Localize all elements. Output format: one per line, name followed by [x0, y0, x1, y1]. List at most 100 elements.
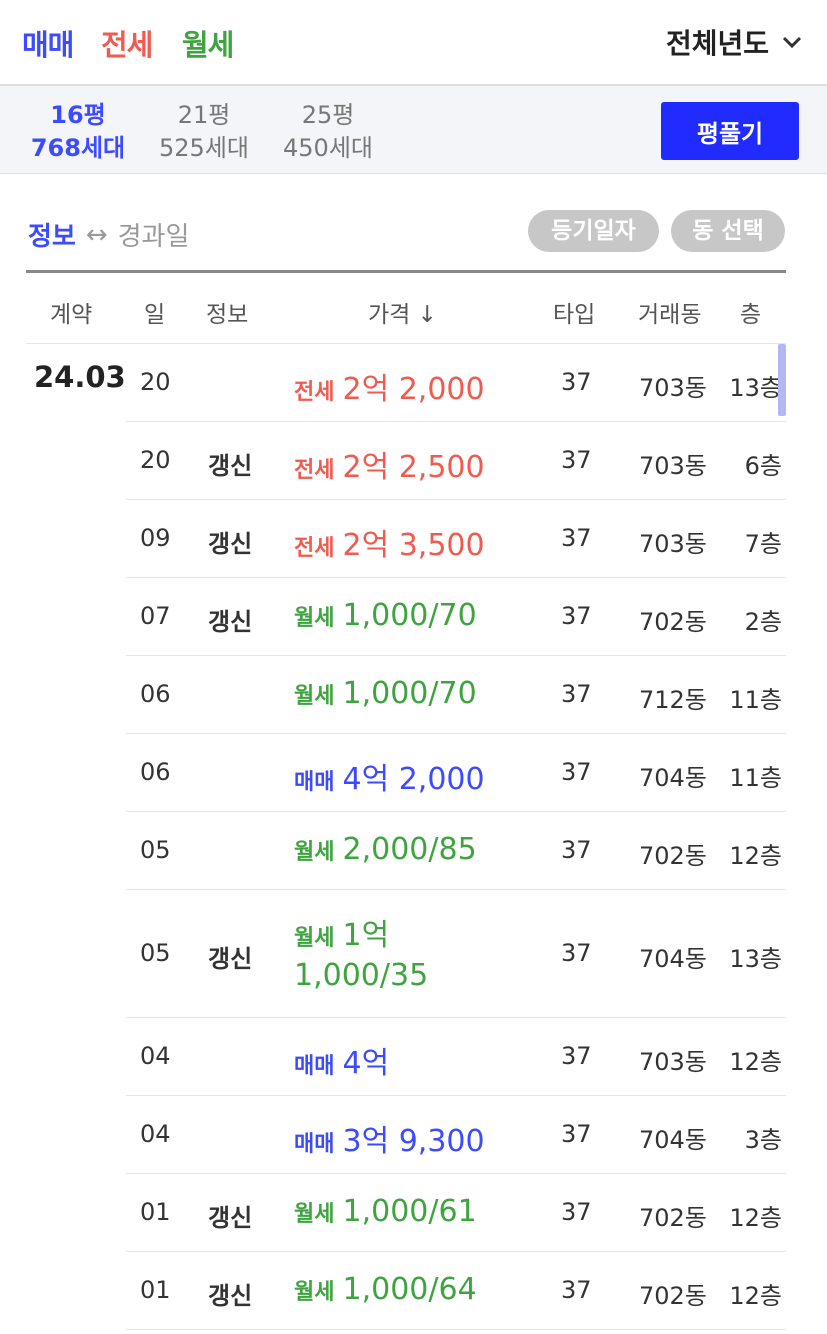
- header-contract: 계약: [50, 302, 93, 328]
- size-tab-25[interactable]: 25평 450세대: [280, 98, 376, 164]
- row-type: 37: [561, 1276, 592, 1304]
- header-price-sort[interactable]: 가격 ↓: [368, 295, 437, 329]
- row-deal-kind: 월세: [294, 840, 335, 865]
- table-row[interactable]: 04 매매 3억 9,300 37 704동 3층: [126, 1096, 786, 1174]
- row-price-value: 2억 2,000: [342, 372, 485, 407]
- row-deal-kind: 전세: [294, 380, 335, 405]
- row-price: 전세 2억 3,500: [294, 520, 485, 564]
- table-row[interactable]: 04 매매 4억 37 703동 12층: [126, 1018, 786, 1096]
- row-dong: 704동: [639, 945, 707, 973]
- info-row: 정보 ↔ 경과일 등기일자 동 선택: [28, 210, 788, 258]
- row-dong: 703동: [639, 530, 707, 558]
- row-price: 전세 2억 2,000: [294, 364, 485, 408]
- row-day: 01: [140, 1276, 171, 1304]
- row-price-value: 1,000/64: [342, 1272, 477, 1307]
- row-price: 월세 2,000/85: [294, 832, 477, 867]
- row-floor: 13층: [729, 945, 782, 973]
- row-price-value: 4억 2,000: [342, 762, 485, 797]
- dong-select-pill[interactable]: 동 선택: [671, 210, 785, 252]
- row-dong: 703동: [639, 452, 707, 480]
- table-row[interactable]: 05 갱신 월세 1억 1,000/35 37 704동 13층: [126, 890, 786, 1018]
- row-price: 매매 4억 2,000: [294, 754, 485, 798]
- row-dong: 704동: [639, 764, 707, 792]
- row-day: 05: [140, 939, 171, 967]
- row-info: 갱신: [208, 1204, 253, 1232]
- row-dong: 702동: [639, 1282, 707, 1310]
- row-price: 매매 3억 9,300: [294, 1116, 485, 1160]
- row-price: 월세 1,000/61: [294, 1194, 477, 1229]
- row-day: 20: [140, 368, 171, 396]
- header-info: 정보: [206, 302, 249, 328]
- year-dropdown-label: 전체년도: [665, 27, 769, 60]
- registry-date-pill[interactable]: 등기일자: [528, 210, 659, 252]
- table-row[interactable]: 06 매매 4억 2,000 37 704동 11층: [126, 734, 786, 812]
- row-info: 갱신: [208, 452, 253, 480]
- row-dong: 702동: [639, 842, 707, 870]
- row-deal-kind: 매매: [294, 770, 335, 795]
- row-dong: 712동: [639, 686, 707, 714]
- swap-arrow-icon: ↔: [85, 219, 108, 250]
- size-tab-households: 525세대: [159, 134, 249, 162]
- row-price-value: 2억 3,500: [342, 528, 485, 563]
- table-row[interactable]: 07 갱신 월세 1,000/70 37 702동 2층: [126, 578, 786, 656]
- row-type: 37: [561, 1198, 592, 1226]
- size-tab-households: 768세대: [30, 134, 126, 162]
- table-row[interactable]: 01 갱신 월세 1,000/61 37 702동 12층: [126, 1174, 786, 1252]
- row-price-value: 4억: [342, 1046, 390, 1081]
- deal-tab-jeonse[interactable]: 전세: [101, 22, 153, 64]
- row-price-value: 1,000/61: [342, 1194, 477, 1229]
- row-deal-kind: 전세: [294, 536, 335, 561]
- size-tab-pyeong: 16평: [50, 101, 106, 129]
- deal-tab-wolse[interactable]: 월세: [182, 22, 234, 64]
- row-floor: 12층: [729, 1048, 782, 1076]
- toggle-elapsed-label: 경과일: [117, 222, 190, 252]
- year-dropdown[interactable]: 전체년도: [666, 22, 803, 62]
- row-deal-kind: 매매: [294, 1054, 335, 1079]
- table-row[interactable]: 05 월세 2,000/85 37 702동 12층: [126, 812, 786, 890]
- row-deal-kind: 매매: [294, 1132, 335, 1157]
- row-info: 갱신: [208, 608, 253, 636]
- row-info: 갱신: [208, 1282, 253, 1310]
- row-deal-kind: 전세: [294, 458, 335, 483]
- row-floor: 12층: [729, 842, 782, 870]
- row-price: 월세 1,000/64: [294, 1272, 477, 1307]
- row-price: 월세 1,000/70: [294, 598, 477, 633]
- row-type: 37: [561, 939, 592, 967]
- size-tab-pyeong: 25평: [301, 101, 355, 129]
- row-type: 37: [561, 524, 592, 552]
- row-day: 06: [140, 758, 171, 786]
- row-type: 37: [561, 368, 592, 396]
- chevron-down-icon: [782, 36, 802, 49]
- header-type: 타입: [553, 302, 596, 328]
- table-row[interactable]: 06 월세 1,000/70 37 712동 11층: [126, 656, 786, 734]
- table-row[interactable]: 20 전세 2억 2,000 37 703동 13층: [126, 344, 786, 422]
- table-row[interactable]: 20 갱신 전세 2억 2,500 37 703동 6층: [126, 422, 786, 500]
- scrollbar[interactable]: [778, 344, 786, 416]
- row-info: 갱신: [208, 945, 253, 973]
- row-floor: 11층: [729, 764, 782, 792]
- pyeong-expand-button[interactable]: 평풀기: [661, 102, 799, 160]
- row-day: 07: [140, 602, 171, 630]
- row-day: 01: [140, 1198, 171, 1226]
- row-price-value: 2,000/85: [342, 832, 477, 867]
- deal-filter-bar: 매매 전세 월세 전체년도: [0, 0, 827, 86]
- deal-tab-sale[interactable]: 매매: [22, 22, 74, 64]
- row-floor: 12층: [729, 1282, 782, 1310]
- size-tab-16[interactable]: 16평 768세대: [28, 98, 128, 164]
- row-price-value: 3억 9,300: [342, 1124, 485, 1159]
- size-tab-21[interactable]: 21평 525세대: [156, 98, 252, 164]
- table-row[interactable]: 01 갱신 월세 1,000/64 37 702동 12층: [126, 1252, 786, 1330]
- info-elapsed-toggle[interactable]: 정보 ↔ 경과일: [28, 216, 189, 253]
- table-header: 계약 일 정보 가격 ↓ 타입 거래동 층: [26, 270, 786, 344]
- row-floor: 3층: [744, 1126, 782, 1154]
- row-dong: 702동: [639, 1204, 707, 1232]
- header-day: 일: [144, 302, 166, 328]
- row-day: 06: [140, 680, 171, 708]
- table-row[interactable]: 09 갱신 전세 2억 3,500 37 703동 7층: [126, 500, 786, 578]
- row-day: 05: [140, 836, 171, 864]
- row-price: 월세 1,000/70: [294, 676, 477, 711]
- row-floor: 12층: [729, 1204, 782, 1232]
- row-dong: 703동: [639, 1048, 707, 1076]
- row-deal-kind: 월세: [294, 1280, 335, 1305]
- row-type: 37: [561, 446, 592, 474]
